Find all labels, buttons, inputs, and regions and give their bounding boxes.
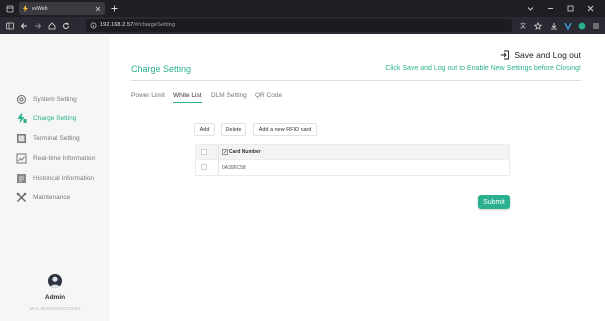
reload-icon[interactable] <box>60 20 71 31</box>
page-title: Charge Setting <box>131 64 192 74</box>
url-text: 192.168.2.57/#/chargeSetting <box>100 22 175 28</box>
app-menu-icon[interactable] <box>590 20 601 31</box>
sidebar-item-label: System Setting <box>33 95 77 103</box>
site-info-icon[interactable] <box>89 21 98 30</box>
chart-icon <box>15 152 27 164</box>
sidebar-item-system-setting[interactable]: System Setting <box>15 92 107 106</box>
sidebar-item-historical-information[interactable]: Historical Information <box>15 171 107 185</box>
avatar[interactable] <box>48 274 62 288</box>
close-tab-icon[interactable] <box>93 4 102 13</box>
charging-icon <box>15 112 27 124</box>
whitelist-table: Card Number 0A395C58 <box>195 144 510 176</box>
back-icon[interactable] <box>18 20 29 31</box>
column-divider <box>218 160 219 176</box>
browser-nav-bar: 192.168.2.57/#/chargeSetting 文 <box>0 17 605 34</box>
sidebar-item-charge-setting[interactable]: Charge Setting <box>15 111 107 125</box>
sidebar-item-label: Real-time Information <box>33 154 96 162</box>
tab-dlm-setting[interactable]: DLM Setting <box>211 92 247 99</box>
sidebar-item-terminal-setting[interactable]: Terminal Setting <box>15 131 107 145</box>
sidebar-item-label: Charge Setting <box>33 114 77 122</box>
close-window-icon[interactable] <box>585 3 595 13</box>
delete-button[interactable]: Delete <box>221 123 246 136</box>
sidebar-item-label: Maintenance <box>33 193 71 201</box>
mac-address: MAC:98:D8:8H:E3:C8:3A <box>29 306 81 311</box>
translate-icon[interactable]: 文 <box>518 20 529 31</box>
submit-button[interactable]: Submit <box>478 195 510 209</box>
sidebar-item-label: Terminal Setting <box>33 134 80 142</box>
card-number-cell: 0A395C58 <box>222 165 246 171</box>
forward-icon[interactable] <box>32 20 43 31</box>
save-and-logout-button[interactable]: Save and Log out <box>499 49 581 60</box>
save-and-logout-label: Save and Log out <box>514 49 581 60</box>
downloads-icon[interactable] <box>548 20 559 31</box>
save-notice: Click Save and Log out to Enable New Set… <box>385 65 581 72</box>
tab-qr-code[interactable]: QR Code <box>255 92 282 99</box>
gear-icon <box>15 93 27 105</box>
account-icon[interactable] <box>576 20 587 31</box>
url-host: 192.168.2.57 <box>100 22 134 28</box>
bookmark-star-icon[interactable] <box>532 20 543 31</box>
extension-icon[interactable] <box>562 20 573 31</box>
window-menu-icon[interactable] <box>4 3 15 14</box>
tab-title: evWeb <box>32 5 48 12</box>
tools-icon <box>15 191 27 203</box>
history-icon <box>15 172 27 184</box>
sidebar: System Setting Charge Setting Terminal S… <box>0 34 110 321</box>
column-divider <box>218 145 219 161</box>
svg-text:文: 文 <box>520 22 526 30</box>
terminal-icon <box>15 132 27 144</box>
select-all-checkbox[interactable] <box>201 149 207 155</box>
edit-icon <box>222 149 228 155</box>
tab-list-icon[interactable] <box>525 3 535 13</box>
add-rfid-card-button[interactable]: Add a new RFID card <box>253 123 317 136</box>
tab-white-list[interactable]: White List <box>173 92 202 99</box>
table-row[interactable]: 0A395C58 <box>195 160 510 176</box>
tab-power-limit[interactable]: Power Limit <box>131 92 165 99</box>
browser-tab-bar: evWeb <box>0 0 605 17</box>
card-number-header-label: Card Number <box>229 149 261 155</box>
sidebar-toggle-icon[interactable] <box>4 20 15 31</box>
minimize-icon[interactable] <box>545 3 555 13</box>
add-button[interactable]: Add <box>194 123 215 136</box>
logout-icon <box>499 49 510 60</box>
row-checkbox[interactable] <box>201 164 207 170</box>
browser-tab[interactable]: evWeb <box>19 2 105 15</box>
active-tab-indicator <box>173 102 202 103</box>
table-header: Card Number <box>195 144 510 161</box>
new-tab-icon[interactable] <box>109 3 119 13</box>
maximize-icon[interactable] <box>565 3 575 13</box>
address-bar[interactable]: 192.168.2.57/#/chargeSetting <box>86 19 512 32</box>
sidebar-item-real-time-information[interactable]: Real-time Information <box>15 151 107 165</box>
card-number-header: Card Number <box>222 149 261 155</box>
header-divider <box>131 80 581 81</box>
favicon-icon <box>22 5 29 12</box>
main-content: Save and Log out Charge Setting Click Sa… <box>110 34 605 321</box>
home-icon[interactable] <box>46 20 57 31</box>
url-path: /#/chargeSetting <box>133 22 175 28</box>
sidebar-item-label: Historical Information <box>33 174 95 182</box>
user-name: Admin <box>44 294 66 301</box>
sidebar-item-maintenance[interactable]: Maintenance <box>15 190 107 204</box>
